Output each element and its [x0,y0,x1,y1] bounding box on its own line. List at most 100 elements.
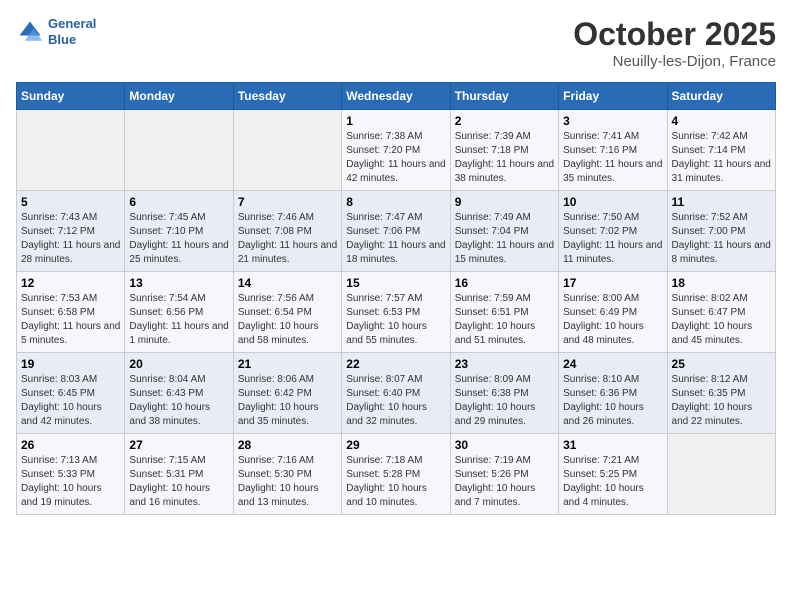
calendar-week-row: 12 Sunrise: 7:53 AM Sunset: 6:58 PM Dayli… [17,272,776,353]
day-number: 27 [129,438,228,452]
calendar-cell: 10Sunrise: 7:50 AM Sunset: 7:02 PM Dayli… [559,191,667,272]
calendar-cell: 31 Sunrise: 7:21 AM Sunset: 5:25 PM Dayli… [559,434,667,515]
day-info: Sunrise: 7:19 AM Sunset: 5:26 PM Dayligh… [455,454,554,510]
subtitle: Neuilly-les-Dijon, France [573,53,776,70]
weekday-header-cell: Sunday [17,83,125,110]
day-number: 22 [346,357,445,371]
calendar-cell: 17Sunrise: 8:00 AM Sunset: 6:49 PM Dayli… [559,272,667,353]
calendar-cell: 24Sunrise: 8:10 AM Sunset: 6:36 PM Dayli… [559,353,667,434]
calendar-week-row: 26 Sunrise: 7:13 AM Sunset: 5:33 PM Dayli… [17,434,776,515]
day-info: Sunrise: 8:09 AM Sunset: 6:38 PM Dayligh… [455,373,554,429]
day-number: 11 [672,195,771,209]
day-info: Sunrise: 7:42 AM Sunset: 7:14 PM Dayligh… [672,130,771,186]
day-info: Sunrise: 8:02 AM Sunset: 6:47 PM Dayligh… [672,292,771,348]
day-info: Sunrise: 7:39 AM Sunset: 7:18 PM Dayligh… [455,130,554,186]
day-number: 7 [238,195,337,209]
weekday-header-row: SundayMondayTuesdayWednesdayThursdayFrid… [17,83,776,110]
calendar-cell: 25 Sunrise: 8:12 AM Sunset: 6:35 PM Dayli… [667,353,775,434]
day-number: 1 [346,114,445,128]
day-number: 20 [129,357,228,371]
calendar-cell: 14 Sunrise: 7:56 AM Sunset: 6:54 PM Dayli… [233,272,341,353]
day-info: Sunrise: 7:18 AM Sunset: 5:28 PM Dayligh… [346,454,445,510]
day-info: Sunrise: 8:06 AM Sunset: 6:42 PM Dayligh… [238,373,337,429]
day-info: Sunrise: 7:46 AM Sunset: 7:08 PM Dayligh… [238,211,337,267]
calendar-cell: 5 Sunrise: 7:43 AM Sunset: 7:12 PM Daylig… [17,191,125,272]
calendar-cell: 13 Sunrise: 7:54 AM Sunset: 6:56 PM Dayli… [125,272,233,353]
calendar-cell [125,110,233,191]
day-number: 31 [563,438,662,452]
calendar-cell: 11 Sunrise: 7:52 AM Sunset: 7:00 PM Dayli… [667,191,775,272]
calendar-cell: 26 Sunrise: 7:13 AM Sunset: 5:33 PM Dayli… [17,434,125,515]
main-title: October 2025 [573,16,776,53]
day-info: Sunrise: 7:45 AM Sunset: 7:10 PM Dayligh… [129,211,228,267]
calendar-cell: 12 Sunrise: 7:53 AM Sunset: 6:58 PM Dayli… [17,272,125,353]
title-area: October 2025 Neuilly-les-Dijon, France [573,16,776,70]
day-info: Sunrise: 7:53 AM Sunset: 6:58 PM Dayligh… [21,292,120,348]
calendar-cell: 29 Sunrise: 7:18 AM Sunset: 5:28 PM Dayli… [342,434,450,515]
day-number: 12 [21,276,120,290]
day-info: Sunrise: 7:47 AM Sunset: 7:06 PM Dayligh… [346,211,445,267]
day-number: 30 [455,438,554,452]
calendar-cell: 1Sunrise: 7:38 AM Sunset: 7:20 PM Daylig… [342,110,450,191]
day-info: Sunrise: 7:13 AM Sunset: 5:33 PM Dayligh… [21,454,120,510]
calendar-body: 1Sunrise: 7:38 AM Sunset: 7:20 PM Daylig… [17,110,776,515]
calendar-cell [17,110,125,191]
day-number: 4 [672,114,771,128]
day-info: Sunrise: 8:00 AM Sunset: 6:49 PM Dayligh… [563,292,662,348]
weekday-header-cell: Saturday [667,83,775,110]
day-number: 16 [455,276,554,290]
day-info: Sunrise: 7:57 AM Sunset: 6:53 PM Dayligh… [346,292,445,348]
day-number: 3 [563,114,662,128]
weekday-header-cell: Tuesday [233,83,341,110]
day-info: Sunrise: 7:43 AM Sunset: 7:12 PM Dayligh… [21,211,120,267]
day-info: Sunrise: 7:59 AM Sunset: 6:51 PM Dayligh… [455,292,554,348]
weekday-header-cell: Friday [559,83,667,110]
logo-icon [16,18,44,46]
day-info: Sunrise: 7:52 AM Sunset: 7:00 PM Dayligh… [672,211,771,267]
day-number: 5 [21,195,120,209]
day-number: 23 [455,357,554,371]
day-info: Sunrise: 7:15 AM Sunset: 5:31 PM Dayligh… [129,454,228,510]
day-number: 21 [238,357,337,371]
calendar-cell [233,110,341,191]
calendar-week-row: 5 Sunrise: 7:43 AM Sunset: 7:12 PM Daylig… [17,191,776,272]
day-info: Sunrise: 8:04 AM Sunset: 6:43 PM Dayligh… [129,373,228,429]
day-info: Sunrise: 7:50 AM Sunset: 7:02 PM Dayligh… [563,211,662,267]
calendar-cell: 6Sunrise: 7:45 AM Sunset: 7:10 PM Daylig… [125,191,233,272]
calendar-cell: 2 Sunrise: 7:39 AM Sunset: 7:18 PM Daylig… [450,110,558,191]
day-number: 14 [238,276,337,290]
calendar-cell: 23 Sunrise: 8:09 AM Sunset: 6:38 PM Dayli… [450,353,558,434]
calendar-cell: 15 Sunrise: 7:57 AM Sunset: 6:53 PM Dayli… [342,272,450,353]
calendar-cell: 8 Sunrise: 7:47 AM Sunset: 7:06 PM Daylig… [342,191,450,272]
day-info: Sunrise: 7:54 AM Sunset: 6:56 PM Dayligh… [129,292,228,348]
calendar-cell: 22Sunrise: 8:07 AM Sunset: 6:40 PM Dayli… [342,353,450,434]
day-info: Sunrise: 8:12 AM Sunset: 6:35 PM Dayligh… [672,373,771,429]
calendar-cell: 21 Sunrise: 8:06 AM Sunset: 6:42 PM Dayli… [233,353,341,434]
day-number: 8 [346,195,445,209]
calendar-cell: 18Sunrise: 8:02 AM Sunset: 6:47 PM Dayli… [667,272,775,353]
day-number: 24 [563,357,662,371]
calendar-cell: 9Sunrise: 7:49 AM Sunset: 7:04 PM Daylig… [450,191,558,272]
calendar-cell: 7 Sunrise: 7:46 AM Sunset: 7:08 PM Daylig… [233,191,341,272]
day-number: 28 [238,438,337,452]
calendar-week-row: 19 Sunrise: 8:03 AM Sunset: 6:45 PM Dayli… [17,353,776,434]
day-number: 15 [346,276,445,290]
day-number: 26 [21,438,120,452]
day-info: Sunrise: 7:21 AM Sunset: 5:25 PM Dayligh… [563,454,662,510]
calendar-week-row: 1Sunrise: 7:38 AM Sunset: 7:20 PM Daylig… [17,110,776,191]
day-number: 13 [129,276,228,290]
day-info: Sunrise: 7:16 AM Sunset: 5:30 PM Dayligh… [238,454,337,510]
logo: General Blue [16,16,96,47]
day-number: 19 [21,357,120,371]
logo-text: General Blue [48,16,96,47]
day-info: Sunrise: 7:56 AM Sunset: 6:54 PM Dayligh… [238,292,337,348]
day-info: Sunrise: 7:49 AM Sunset: 7:04 PM Dayligh… [455,211,554,267]
day-number: 29 [346,438,445,452]
day-number: 25 [672,357,771,371]
weekday-header-cell: Thursday [450,83,558,110]
calendar-cell: 4 Sunrise: 7:42 AM Sunset: 7:14 PM Daylig… [667,110,775,191]
header: General Blue October 2025 Neuilly-les-Di… [16,16,776,70]
day-info: Sunrise: 8:03 AM Sunset: 6:45 PM Dayligh… [21,373,120,429]
calendar-cell: 20 Sunrise: 8:04 AM Sunset: 6:43 PM Dayli… [125,353,233,434]
day-number: 2 [455,114,554,128]
